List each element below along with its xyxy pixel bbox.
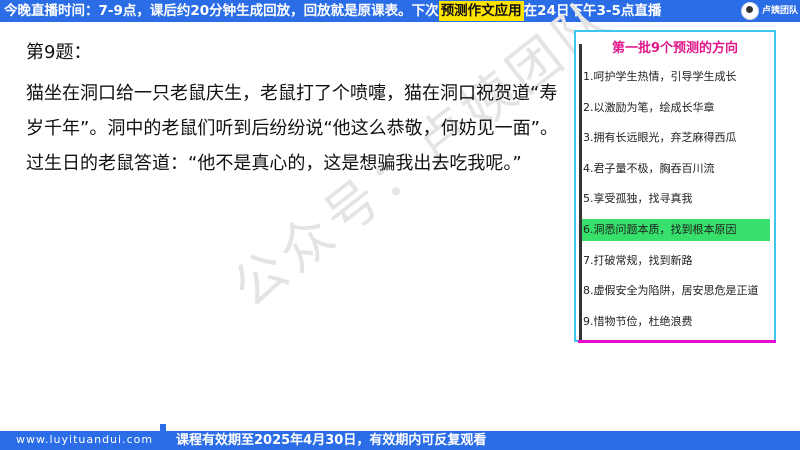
prediction-item: 2.以激励为笔，绘成长华章 <box>583 100 715 114</box>
question-area: 第9题： 猫坐在洞口给一只老鼠庆生，老鼠打了个喷嚏，猫在洞口祝贺道“寿岁千年”。… <box>26 40 566 181</box>
prediction-item: 1.呵护学生热情，引导学生成长 <box>583 70 737 83</box>
avatar-icon <box>740 2 759 20</box>
site-url: www.luyituandui.com <box>16 433 154 446</box>
panel-bottom-accent <box>578 340 776 343</box>
panel-title: 第一批9个预测的方向 <box>611 41 739 56</box>
prediction-item: 5.享受孤独，找寻真我 <box>583 192 693 206</box>
top-banner: 今晚直播时间：7-9点，课后约20分钟生成回放，回放就是原课表。下次 预测作文应用… <box>0 0 800 22</box>
banner-text-before: 今晚直播时间：7-9点，课后约20分钟生成回放，回放就是原课表。下次 <box>4 3 439 19</box>
question-title: 第9题： <box>26 42 92 63</box>
course-notice: 课程有效期至2025年4月30日，有效期内可反复观看 <box>176 433 487 448</box>
banner-text: 今晚直播时间：7-9点，课后约20分钟生成回放，回放就是原课表。下次 预测作文应用… <box>4 0 661 22</box>
prediction-item-highlighted: 6.洞悉问题本质，找到根本原因 <box>582 218 770 241</box>
team-logo: 卢姨团队 <box>740 2 798 20</box>
prediction-item: 9.惜物节俭，杜绝浪费 <box>583 314 693 328</box>
question-body: 猫坐在洞口给一只老鼠庆生，老鼠打了个喷嚏，猫在洞口祝贺道“寿岁千年”。洞中的老鼠… <box>26 83 558 174</box>
prediction-item: 8.虚假安全为陷阱，居安思危是正道 <box>583 284 759 298</box>
panel-left-accent <box>579 44 582 342</box>
bottom-bar-notch <box>160 424 166 432</box>
prediction-panel: 第一批9个预测的方向 1.呵护学生热情，引导学生成长 2.以激励为笔，绘成长华章… <box>574 30 776 342</box>
prediction-item: 3.拥有长远眼光，弃芝麻得西瓜 <box>583 131 737 145</box>
banner-highlight: 预测作文应用 <box>438 1 524 21</box>
prediction-item: 7.打破常规，找到新路 <box>583 253 693 267</box>
prediction-list: 1.呵护学生热情，引导学生成长 2.以激励为笔，绘成长华章 3.拥有长远眼光，弃… <box>576 66 774 333</box>
banner-text-after: 在24日下午3-5点直播 <box>523 3 662 19</box>
prediction-item: 4.君子量不极，胸吞百川流 <box>583 161 715 175</box>
logo-text: 卢姨团队 <box>761 6 798 16</box>
